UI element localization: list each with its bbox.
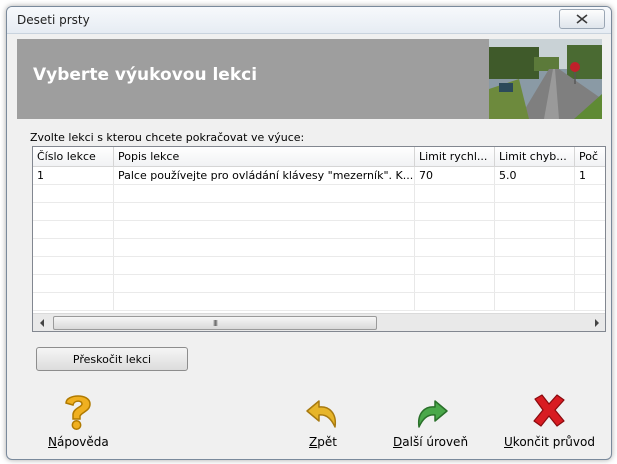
next-label: alší úroveň — [402, 435, 469, 449]
empty-row — [33, 257, 605, 275]
chevron-left-icon — [39, 318, 44, 327]
column-header-lesson-number[interactable]: Číslo lekce — [33, 147, 114, 166]
back-arrow-icon — [306, 400, 337, 428]
cell-lesson-number: 1 — [33, 167, 114, 184]
empty-row — [33, 185, 605, 203]
forward-arrow-icon — [417, 400, 448, 428]
red-x-icon — [533, 394, 566, 427]
window-title: Deseti prsty — [17, 13, 90, 27]
back-label: pět — [317, 435, 337, 449]
empty-row — [33, 203, 605, 221]
column-header-error-limit[interactable]: Limit chyb... — [495, 147, 575, 166]
lessons-table[interactable]: Číslo lekce Popis lekce Limit rychl... L… — [32, 146, 606, 332]
close-button[interactable] — [559, 9, 605, 29]
next-level-button[interactable]: Další úroveň — [393, 391, 468, 449]
question-icon — [65, 395, 92, 430]
empty-row — [33, 239, 605, 257]
header-title: Vyberte výukovou lekci — [33, 65, 258, 85]
cell-speed-limit: 70 — [415, 167, 495, 184]
title-bar[interactable]: Deseti prsty — [7, 7, 611, 34]
table-row[interactable]: 1 Palce používejte pro ovládání klávesy … — [33, 167, 605, 185]
close-icon — [576, 14, 588, 24]
table-body: 1 Palce používejte pro ovládání klávesy … — [33, 167, 605, 311]
scrollbar-thumb[interactable]: III — [53, 316, 377, 330]
column-header-description[interactable]: Popis lekce — [114, 147, 415, 166]
header-banner: Vyberte výukovou lekci — [17, 39, 602, 119]
scroll-right-button[interactable] — [588, 314, 605, 331]
help-mnemonic: N — [48, 435, 57, 449]
column-header-count[interactable]: Poč — [575, 147, 605, 166]
help-label: ápověda — [56, 435, 109, 449]
back-button[interactable]: Zpět — [301, 391, 345, 449]
empty-row — [33, 275, 605, 293]
exit-label: končit průvod — [512, 435, 595, 449]
road-photo — [489, 39, 602, 119]
back-mnemonic: Z — [309, 435, 318, 449]
next-mnemonic: D — [393, 435, 403, 449]
column-header-speed-limit[interactable]: Limit rychl... — [415, 147, 495, 166]
skip-lesson-button[interactable]: Přeskočit lekci — [36, 347, 188, 371]
cell-description: Palce používejte pro ovládání klávesy "m… — [114, 167, 415, 184]
cell-count: 1 — [579, 169, 586, 182]
exit-mnemonic: U — [504, 435, 513, 449]
scroll-left-button[interactable] — [33, 314, 50, 331]
exit-wizard-button[interactable]: Ukončit průvod — [504, 391, 595, 449]
scrollbar-grip: III — [212, 318, 218, 328]
table-header: Číslo lekce Popis lekce Limit rychl... L… — [33, 147, 605, 167]
help-button[interactable]: Nápověda — [48, 391, 109, 449]
empty-row — [33, 293, 605, 311]
chevron-right-icon — [594, 318, 599, 327]
horizontal-scrollbar[interactable]: III — [33, 313, 605, 331]
cell-error-limit: 5.0 — [495, 167, 575, 184]
prompt-label: Zvolte lekci s kterou chcete pokračovat … — [30, 131, 305, 144]
dialog-window: Deseti prsty Vyberte výukovou lekci Zvol… — [6, 6, 612, 460]
empty-row — [33, 221, 605, 239]
